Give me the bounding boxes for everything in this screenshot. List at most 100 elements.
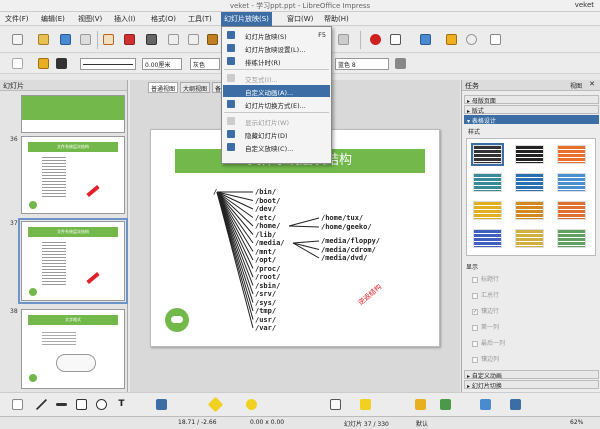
cut-icon[interactable] bbox=[207, 34, 218, 45]
menu-insert[interactable]: 插入(I) bbox=[114, 14, 136, 24]
menu-slideshow[interactable]: 幻灯片放映(S) bbox=[221, 12, 272, 26]
dir-label: /mnt/ bbox=[255, 247, 277, 256]
rectangle-icon[interactable] bbox=[76, 399, 87, 410]
slideshow-menu: 幻灯片放映(S) F5 幻灯片放映设置(L)... 排练计时(R) 交互式(I)... 自… bbox=[221, 26, 332, 164]
3d-icon[interactable] bbox=[510, 399, 521, 410]
section-master-pages[interactable]: ▸ 母版页面 bbox=[464, 95, 599, 105]
navigator-icon[interactable] bbox=[446, 34, 457, 45]
style-icon[interactable] bbox=[38, 58, 49, 69]
dir-label: /opt/ bbox=[255, 256, 277, 264]
print-icon[interactable] bbox=[146, 34, 157, 45]
ellipse-icon[interactable] bbox=[96, 399, 107, 410]
fill-color-select[interactable]: 灰色 bbox=[190, 58, 220, 70]
spellcheck-icon[interactable] bbox=[168, 34, 179, 45]
section-layouts[interactable]: ▸ 版式 bbox=[464, 105, 599, 115]
table-style-swatch[interactable] bbox=[557, 145, 586, 164]
tab-outline-view[interactable]: 大纲视图 bbox=[180, 82, 211, 93]
menu-item[interactable]: 幻灯片放映(S) F5 bbox=[223, 29, 330, 41]
display-option[interactable]: 标题行 bbox=[472, 274, 499, 283]
table-style-swatch[interactable] bbox=[471, 143, 504, 166]
help-icon[interactable] bbox=[490, 34, 501, 45]
task-view-button[interactable]: 视图 bbox=[570, 81, 582, 90]
edit-file-icon[interactable] bbox=[103, 34, 114, 45]
shadow-icon[interactable] bbox=[395, 58, 406, 69]
table-style-swatch[interactable] bbox=[515, 145, 544, 164]
menu-item[interactable]: 交互式(I)... bbox=[223, 72, 330, 84]
menu-item[interactable]: 自定义动画(A)... bbox=[223, 85, 330, 97]
export-pdf-icon[interactable] bbox=[124, 34, 135, 45]
slide-thumb-35[interactable] bbox=[21, 95, 125, 133]
presentation-icon[interactable] bbox=[12, 58, 23, 69]
callout-icon[interactable] bbox=[330, 399, 341, 410]
line-width-field[interactable]: 0.00厘米 bbox=[142, 58, 182, 70]
image-icon[interactable] bbox=[440, 399, 451, 410]
slide-thumb-38[interactable]: 文字格式 bbox=[21, 309, 125, 389]
chart-icon[interactable] bbox=[420, 34, 431, 45]
menu-tools[interactable]: 工具(T) bbox=[188, 14, 212, 24]
slide-thumb-37[interactable]: 文件系统层次结构 bbox=[18, 218, 128, 304]
email-icon[interactable] bbox=[80, 34, 91, 45]
display-option[interactable]: 最后一列 bbox=[472, 338, 505, 347]
arrow-line-icon[interactable] bbox=[56, 403, 67, 406]
menu-item[interactable]: 隐藏幻灯片(D) bbox=[223, 128, 330, 140]
interaction-icon bbox=[227, 74, 235, 82]
subdir-label: /home/tux/ bbox=[321, 214, 364, 222]
curve-icon[interactable] bbox=[156, 399, 167, 410]
line-icon[interactable] bbox=[36, 399, 47, 410]
table-style-swatch[interactable] bbox=[515, 229, 544, 248]
thumb-title: 文件系统层次结构 bbox=[28, 142, 118, 152]
slide-thumb-36[interactable]: 文件系统层次结构 bbox=[21, 136, 125, 214]
tab-normal-view[interactable]: 普通视图 bbox=[148, 82, 179, 93]
symbol-shapes-icon[interactable] bbox=[246, 399, 257, 410]
display-option[interactable]: 第一列 bbox=[472, 322, 499, 331]
display-option[interactable]: ✓ 镶边行 bbox=[472, 306, 499, 315]
table-style-swatch[interactable] bbox=[557, 201, 586, 220]
extrusion-icon[interactable] bbox=[480, 399, 491, 410]
table-style-swatch[interactable] bbox=[557, 229, 586, 248]
dir-label: /root/ bbox=[255, 273, 281, 281]
menu-file[interactable]: 文件(F) bbox=[5, 14, 29, 24]
menu-window[interactable]: 窗口(W) bbox=[287, 14, 313, 24]
new-icon[interactable] bbox=[12, 34, 23, 45]
slide-number: 38 bbox=[10, 308, 18, 315]
autospell-icon[interactable] bbox=[188, 34, 199, 45]
menu-item[interactable]: 幻灯片放映设置(L)... bbox=[223, 42, 330, 54]
status-zoom[interactable]: 62% bbox=[570, 419, 583, 426]
basic-shapes-icon[interactable] bbox=[207, 396, 224, 413]
arrow-style-icon[interactable] bbox=[56, 58, 67, 69]
section-table-design[interactable]: ▾ 表格设计 bbox=[464, 115, 599, 125]
menu-format[interactable]: 格式(O) bbox=[151, 14, 176, 24]
table-style-swatch[interactable] bbox=[473, 201, 502, 220]
display-option[interactable]: 汇总行 bbox=[472, 290, 499, 299]
table-style-swatch[interactable] bbox=[473, 229, 502, 248]
display-label: 显示 bbox=[466, 264, 479, 271]
text-icon[interactable]: T bbox=[116, 399, 127, 410]
table-style-swatch[interactable] bbox=[515, 201, 544, 220]
status-position: 18.71 / -2.66 bbox=[178, 419, 217, 426]
fontwork-icon[interactable] bbox=[415, 399, 426, 410]
save-icon[interactable] bbox=[60, 34, 71, 45]
record-icon[interactable] bbox=[370, 34, 381, 45]
display-option[interactable]: 镶边列 bbox=[472, 354, 499, 363]
select-icon[interactable] bbox=[12, 399, 23, 410]
table-icon[interactable] bbox=[390, 34, 401, 45]
menu-help[interactable]: 帮助(H) bbox=[324, 14, 349, 24]
menu-view[interactable]: 视图(V) bbox=[78, 14, 102, 24]
table-style-swatch[interactable] bbox=[473, 173, 502, 192]
menu-edit[interactable]: 编辑(E) bbox=[41, 14, 65, 24]
table-style-swatch[interactable] bbox=[557, 173, 586, 192]
fill-name-select[interactable]: 蓝色 8 bbox=[335, 58, 389, 70]
table-style-swatch[interactable] bbox=[515, 173, 544, 192]
close-icon[interactable]: ✕ bbox=[589, 80, 595, 88]
section-slide-transition[interactable]: ▸ 幻灯片切换 bbox=[464, 380, 599, 390]
zoom-icon[interactable] bbox=[466, 34, 477, 45]
menu-item[interactable]: 排练计时(R) bbox=[223, 55, 330, 67]
section-custom-animation[interactable]: ▸ 自定义动画 bbox=[464, 370, 599, 380]
menu-item[interactable]: 自定义放映(C)... bbox=[223, 141, 330, 153]
menu-item[interactable]: 显示幻灯片(W) bbox=[223, 115, 330, 127]
stars-icon[interactable] bbox=[360, 399, 371, 410]
menu-item[interactable]: 幻灯片切换方式(E)... bbox=[223, 98, 330, 110]
line-style-select[interactable] bbox=[80, 58, 136, 70]
redo-icon[interactable] bbox=[338, 34, 349, 45]
open-icon[interactable] bbox=[38, 34, 49, 45]
